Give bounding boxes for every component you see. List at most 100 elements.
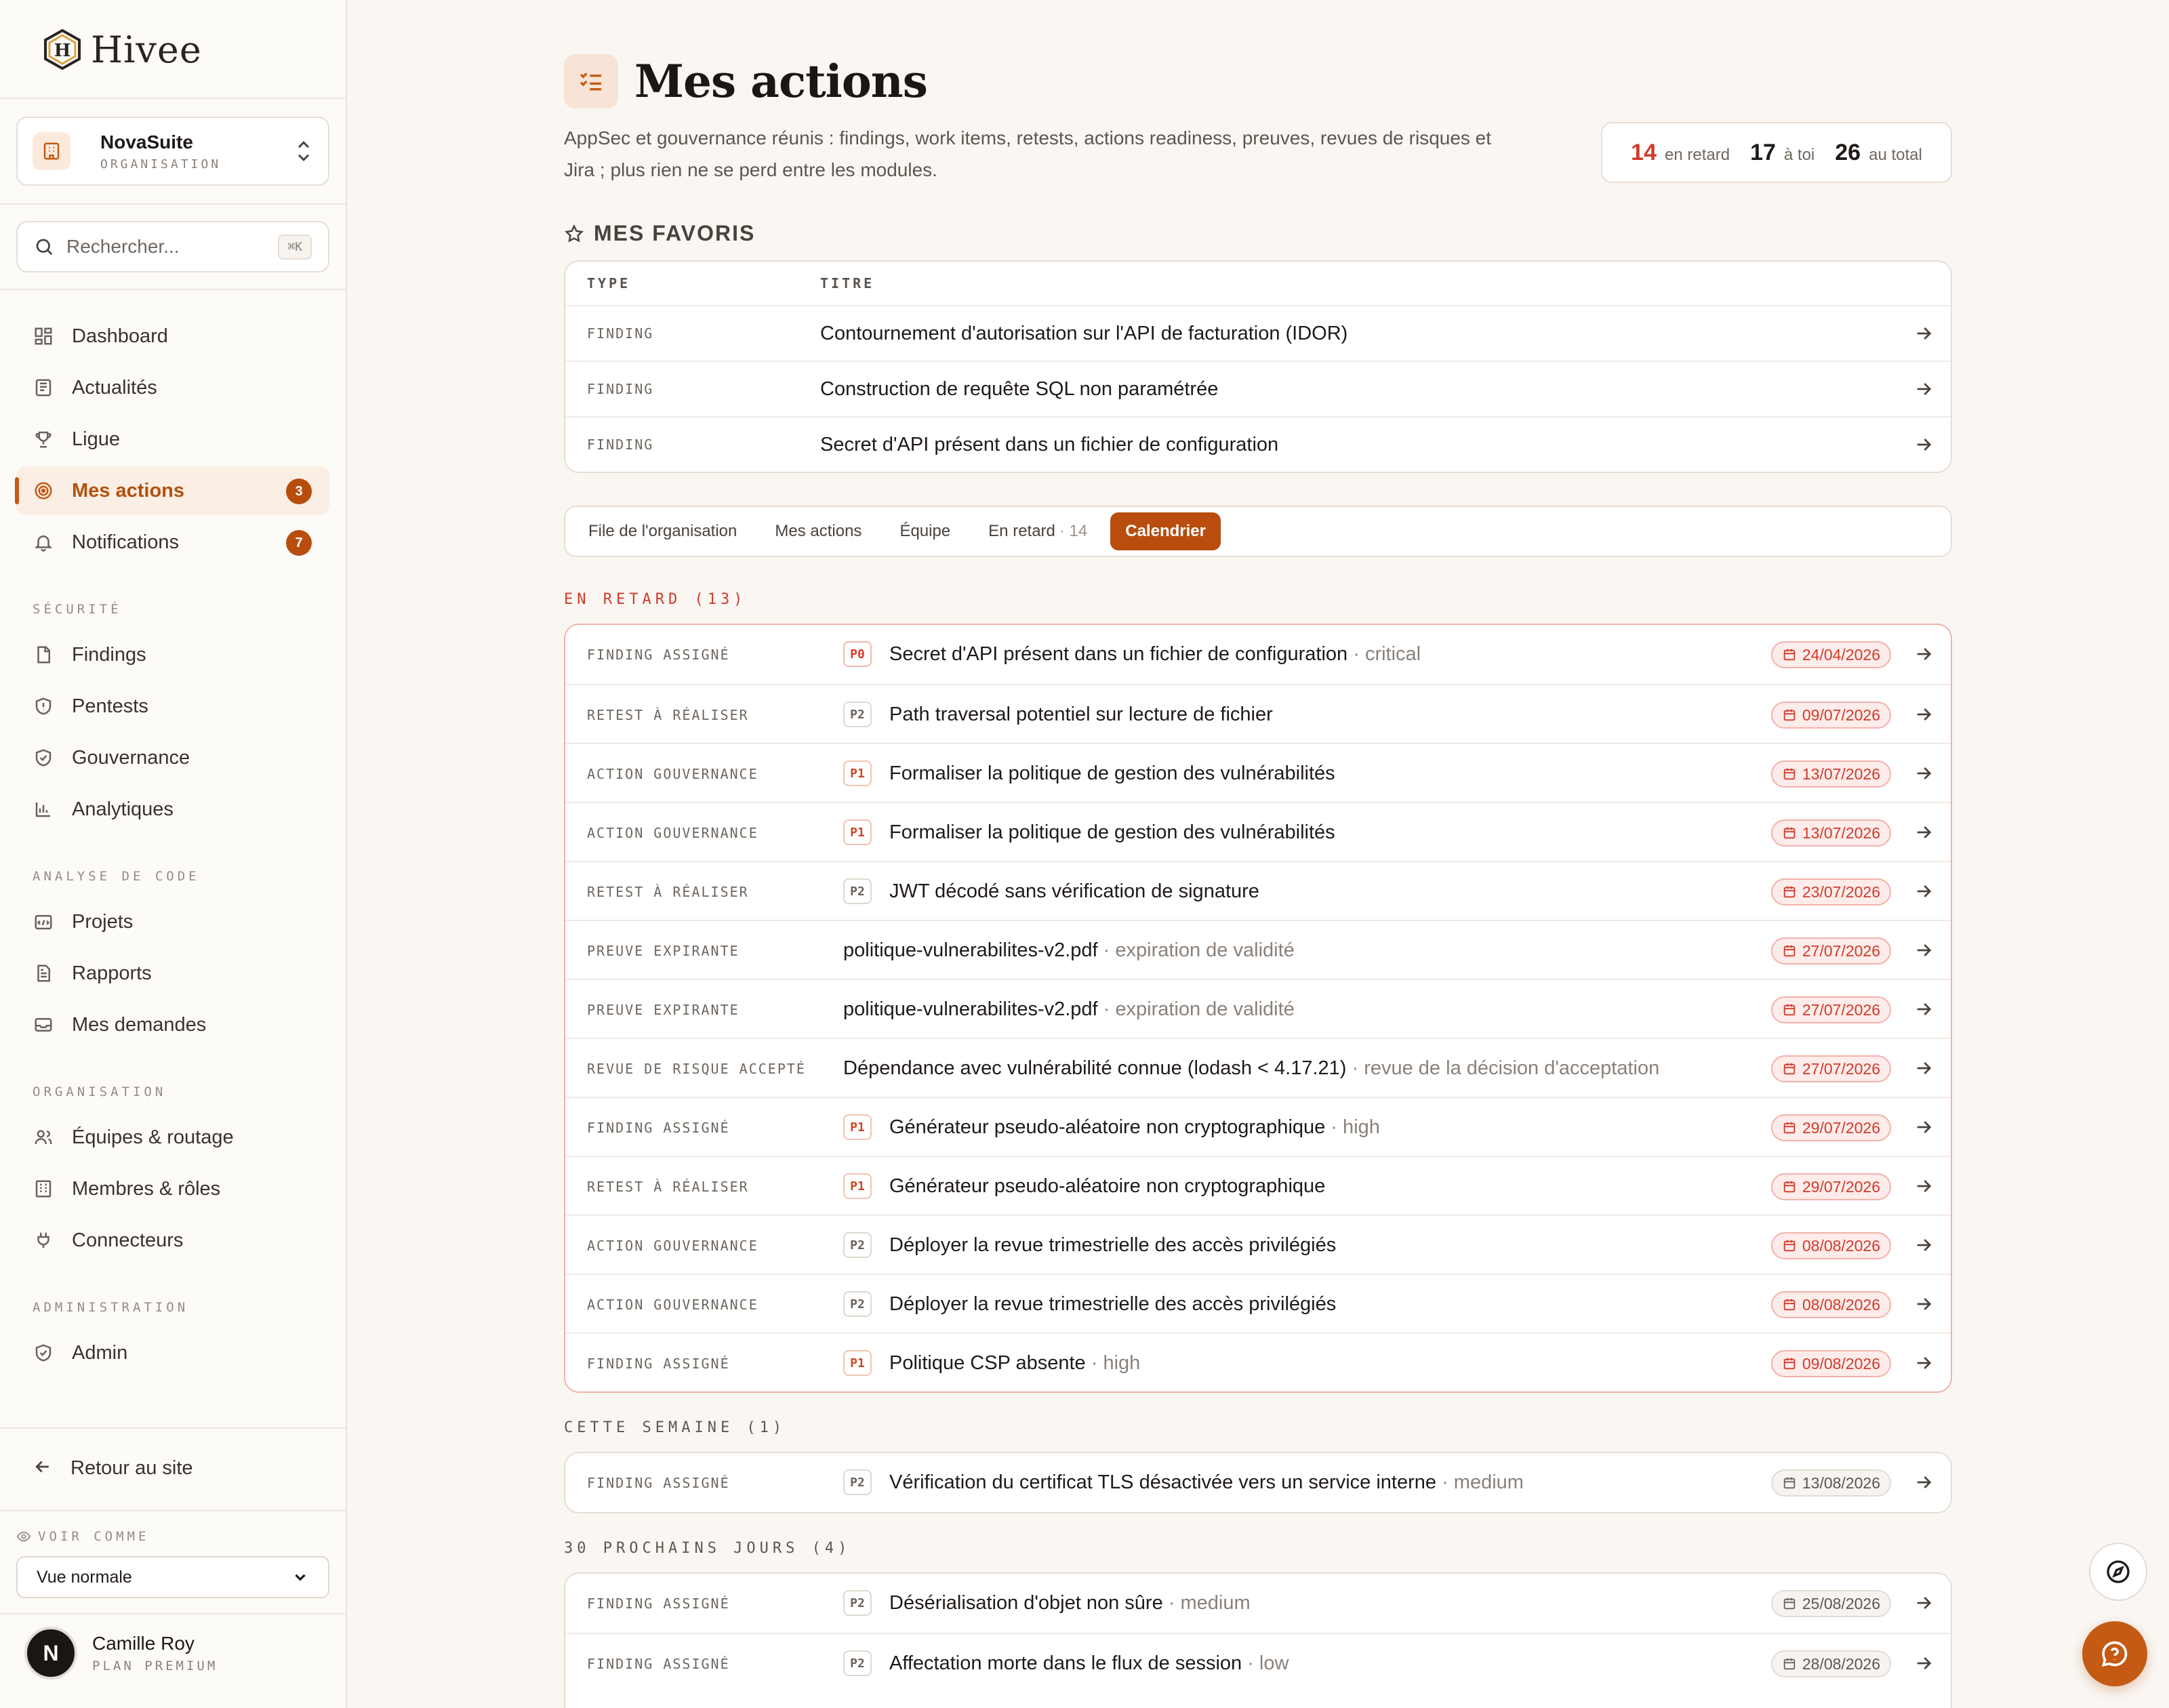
user-name: Camille Roy: [92, 1633, 195, 1654]
building-icon: [33, 1178, 54, 1200]
row-title: Contournement d'autorisation sur l'API d…: [820, 322, 1348, 344]
sidebar-item-findings[interactable]: Findings: [16, 630, 329, 679]
brand-logo[interactable]: H Hivee: [43, 27, 202, 72]
stat-label: au total: [1869, 145, 1922, 164]
sidebar-item-equipes[interactable]: Équipes & routage: [16, 1113, 329, 1162]
tab-calendrier[interactable]: Calendrier: [1110, 512, 1221, 550]
arrow-right-icon[interactable]: [1913, 1057, 1934, 1079]
due-date-badge: 08/08/2026: [1770, 1232, 1891, 1259]
compass-button[interactable]: [2089, 1543, 2147, 1601]
help-chat-button[interactable]: [2082, 1621, 2147, 1686]
arrow-right-icon[interactable]: [1913, 1234, 1934, 1256]
row-meta: · high: [1325, 1116, 1380, 1138]
table-row[interactable]: FINDING Contournement d'autorisation sur…: [565, 305, 1951, 361]
arrow-right-icon[interactable]: [1913, 998, 1934, 1020]
sidebar-item-projets[interactable]: Projets: [16, 897, 329, 946]
back-to-site-link[interactable]: Retour au site: [16, 1444, 329, 1492]
newspaper-icon: [33, 377, 54, 399]
list-item[interactable]: PREUVE EXPIRANTE politique-vulnerabilites…: [565, 979, 1951, 1038]
list-item[interactable]: FINDING ASSIGNÉ P2 Affectation morte dans …: [565, 1633, 1951, 1692]
list-item[interactable]: FINDING ASSIGNÉ P1 Politique CSP absente ·…: [565, 1333, 1951, 1391]
list-item[interactable]: RETEST À RÉALISER P2 JWT décodé sans vérif…: [565, 861, 1951, 920]
arrow-right-icon[interactable]: [1913, 821, 1934, 843]
tab-en-retard[interactable]: En retard · 14: [973, 512, 1102, 550]
list-item[interactable]: ACTION GOUVERNANCE P2 Déployer la revue tr…: [565, 1274, 1951, 1333]
arrow-right-icon[interactable]: [1913, 1116, 1934, 1138]
sidebar-item-notifications[interactable]: Notifications 7: [16, 518, 329, 567]
arrow-right-icon[interactable]: [1913, 643, 1934, 665]
report-icon: [33, 962, 54, 984]
table-row[interactable]: FINDING Construction de requête SQL non …: [565, 361, 1951, 416]
arrow-right-icon[interactable]: [1913, 1352, 1934, 1374]
priority-badge: P2: [843, 702, 872, 727]
row-title: Générateur pseudo-aléatoire non cryptogr…: [889, 1114, 1380, 1140]
week-list: FINDING ASSIGNÉ P2 Vérification du certifi…: [564, 1452, 1952, 1513]
sidebar-item-rapports[interactable]: Rapports: [16, 949, 329, 998]
list-item[interactable]: ACTION GOUVERNANCE P2 Déployer la revue tr…: [565, 1215, 1951, 1274]
row-title: Secret d'API présent dans un fichier de …: [889, 641, 1421, 667]
priority-badge: P2: [843, 1650, 872, 1676]
sidebar-item-label: Admin: [72, 1341, 128, 1364]
section-title: SÉCURITÉ: [33, 602, 122, 617]
arrow-right-icon[interactable]: [1913, 762, 1934, 784]
sidebar-item-label: Analytiques: [72, 798, 174, 820]
list-item[interactable]: PREUVE EXPIRANTE politique-vulnerabilites…: [565, 920, 1951, 979]
row-title-text: JWT décodé sans vérification de signatur…: [889, 880, 1259, 902]
sidebar-item-actualites[interactable]: Actualités: [16, 363, 329, 412]
view-as-select[interactable]: Vue normale: [16, 1556, 329, 1598]
sidebar-item-pentests[interactable]: Pentests: [16, 682, 329, 731]
arrow-right-icon[interactable]: [1913, 704, 1934, 725]
arrow-right-icon[interactable]: [1913, 939, 1934, 961]
list-item[interactable]: RETEST À RÉALISER P1 Générateur pseudo-alé…: [565, 1156, 1951, 1215]
sidebar-item-connecteurs[interactable]: Connecteurs: [16, 1216, 329, 1265]
sidebar-item-label: Mes demandes: [72, 1013, 207, 1036]
arrow-right-icon[interactable]: [1913, 1471, 1934, 1493]
due-date: 09/07/2026: [1802, 706, 1880, 724]
arrow-right-icon[interactable]: [1913, 378, 1934, 400]
sidebar-item-dashboard[interactable]: Dashboard: [16, 312, 329, 361]
tab-equipe[interactable]: Équipe: [885, 512, 965, 550]
list-item[interactable]: RETEST À RÉALISER P2 Path traversal potent…: [565, 684, 1951, 743]
table-row[interactable]: FINDING Secret d'API présent dans un fic…: [565, 416, 1951, 472]
arrow-right-icon[interactable]: [1913, 1175, 1934, 1197]
sidebar-item-label: Pentests: [72, 695, 148, 717]
list-item[interactable]: ACTION GOUVERNANCE P1 Formaliser la politi…: [565, 743, 1951, 802]
sidebar-item-mes-demandes[interactable]: Mes demandes: [16, 1000, 329, 1049]
sidebar-item-ligue[interactable]: Ligue: [16, 415, 329, 464]
user-profile[interactable]: N Camille Roy PLAN PREMIUM: [24, 1627, 218, 1680]
row-title: politique-vulnerabilites-v2.pdf · expira…: [843, 996, 1295, 1022]
tab-file-organisation[interactable]: File de l'organisation: [573, 512, 752, 550]
arrow-right-icon[interactable]: [1913, 1293, 1934, 1315]
sidebar-item-mes-actions[interactable]: Mes actions 3: [15, 466, 329, 515]
row-title: Path traversal potentiel sur lecture de …: [889, 702, 1273, 727]
due-date: 13/07/2026: [1802, 824, 1880, 842]
tab-label: En retard: [988, 522, 1055, 540]
list-item[interactable]: REVUE DE RISQUE ACCEPTÉ Dépendance avec v…: [565, 1038, 1951, 1097]
arrow-right-icon[interactable]: [1913, 323, 1934, 344]
arrow-right-icon[interactable]: [1913, 434, 1934, 455]
sidebar-item-gouvernance[interactable]: Gouvernance: [16, 733, 329, 782]
sidebar: H Hivee NovaSuite ORGANISATION Recherche…: [0, 0, 347, 1708]
sidebar-item-membres[interactable]: Membres & rôles: [16, 1164, 329, 1213]
calendar-icon: [1783, 1240, 1796, 1252]
divider: [0, 98, 346, 99]
table-header: TYPE TITRE: [565, 262, 1951, 305]
org-subtitle: ORGANISATION: [100, 157, 222, 171]
search-input[interactable]: Rechercher... ⌘K: [16, 221, 329, 272]
list-item[interactable]: FINDING ASSIGNÉ P0 Secret d'API présent da…: [565, 625, 1951, 684]
row-title-text: politique-vulnerabilites-v2.pdf: [843, 939, 1098, 961]
list-item[interactable]: FINDING ASSIGNÉ P2 Désérialisation d'objet…: [565, 1574, 1951, 1633]
stat-number: 14: [1631, 139, 1657, 165]
org-switcher[interactable]: NovaSuite ORGANISATION: [16, 117, 329, 186]
shield-check-icon: [33, 1342, 54, 1364]
list-item[interactable]: ACTION GOUVERNANCE P1 Formaliser la politi…: [565, 802, 1951, 861]
list-item[interactable]: FINDING ASSIGNÉ P2 Vérification du certifi…: [565, 1453, 1951, 1512]
tab-mes-actions[interactable]: Mes actions: [760, 512, 876, 550]
divider: [0, 1613, 346, 1614]
arrow-right-icon[interactable]: [1913, 1652, 1934, 1674]
arrow-right-icon[interactable]: [1913, 880, 1934, 902]
sidebar-item-admin[interactable]: Admin: [16, 1328, 329, 1377]
list-item[interactable]: FINDING ASSIGNÉ P1 Générateur pseudo-aléat…: [565, 1097, 1951, 1156]
arrow-right-icon[interactable]: [1913, 1592, 1934, 1614]
sidebar-item-analytiques[interactable]: Analytiques: [16, 785, 329, 834]
